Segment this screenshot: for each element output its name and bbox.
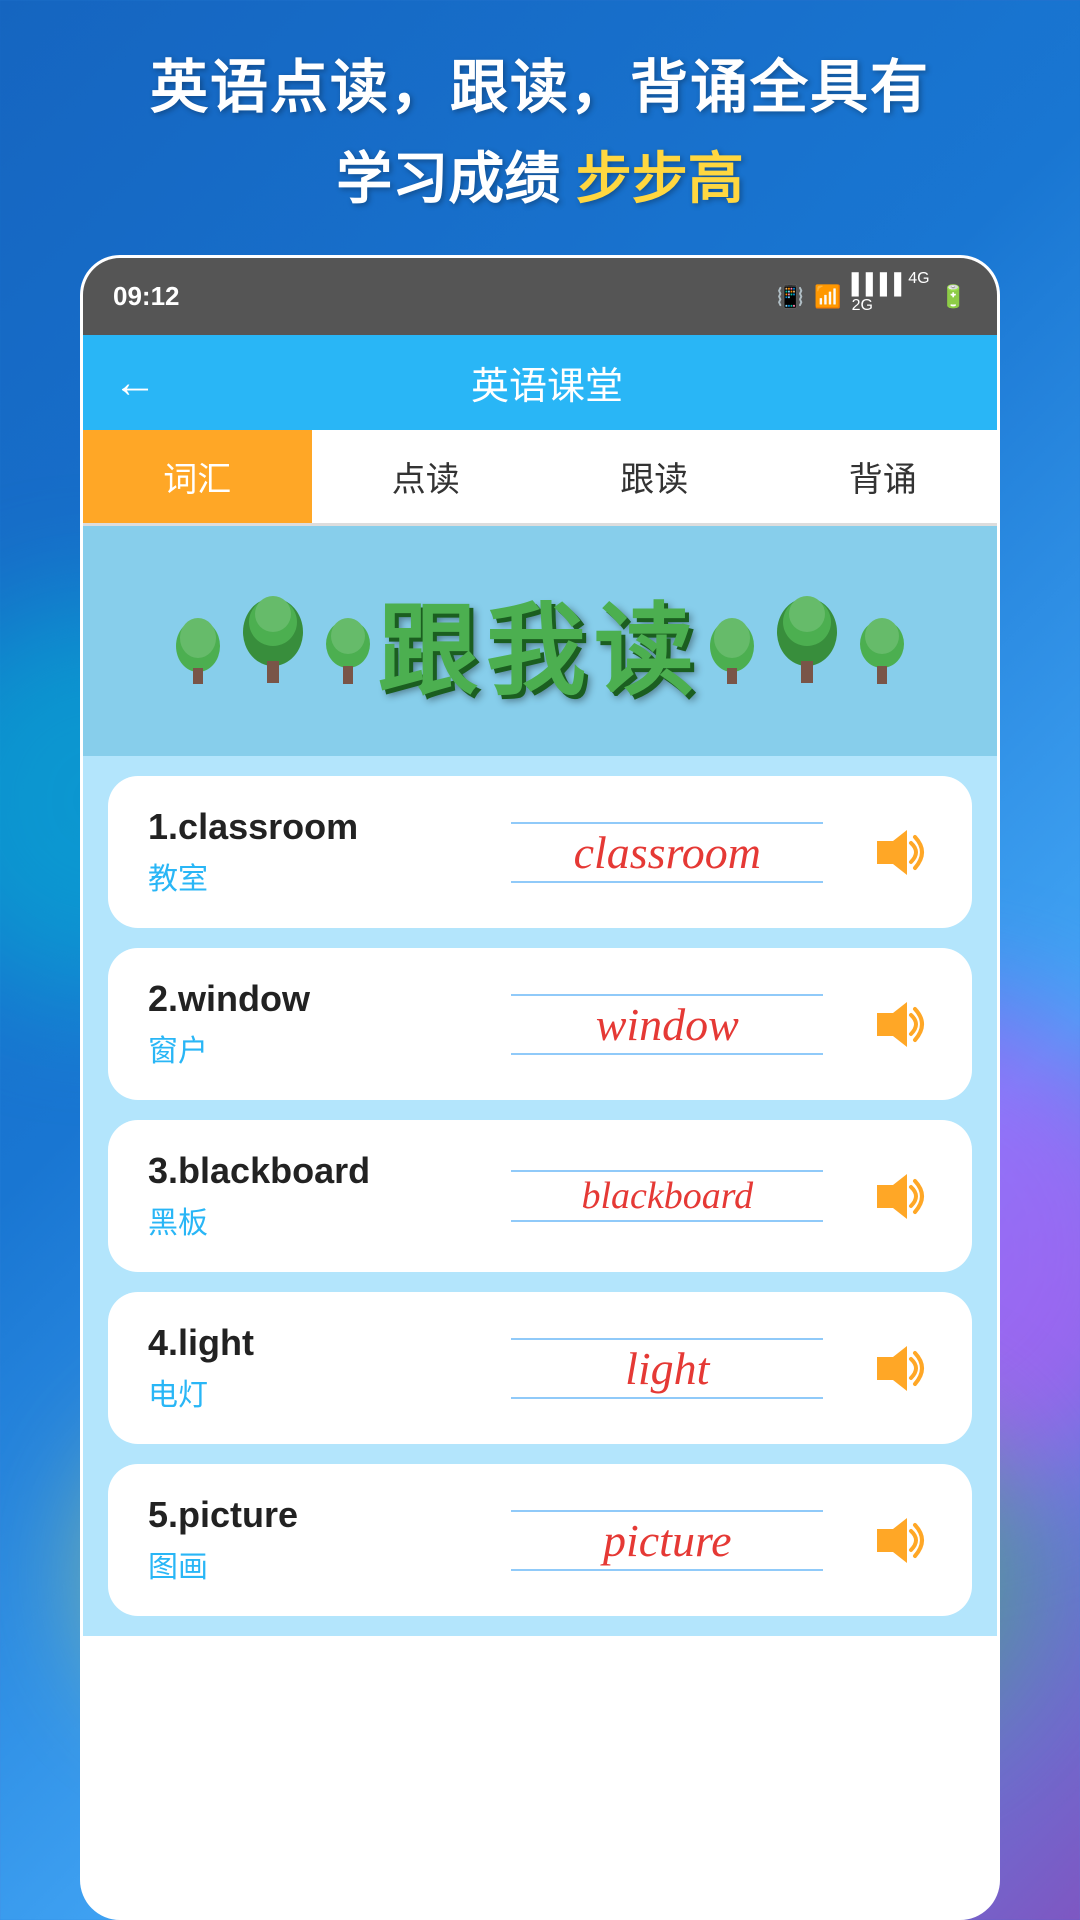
- speaker-icon-3: [867, 1169, 927, 1224]
- banner-text: 跟我读: [378, 569, 702, 714]
- right-trees: [702, 596, 912, 686]
- vocab-left-2: 2.window 窗户: [148, 978, 473, 1070]
- lined-word-4: light: [473, 1338, 862, 1399]
- lined-word-2: window: [473, 994, 862, 1055]
- vocab-left-4: 4.light 电灯: [148, 1322, 473, 1414]
- word-text-2: window: [596, 998, 739, 1051]
- word-text-5: picture: [603, 1514, 732, 1567]
- vocab-left-5: 5.picture 图画: [148, 1494, 473, 1586]
- left-trees: [168, 596, 378, 686]
- promo-line2: 学习成绩 步步高: [150, 134, 930, 215]
- speaker-button-1[interactable]: [862, 822, 932, 882]
- banner: 跟我读: [83, 526, 997, 756]
- promo-line2-highlight: 步步高: [576, 147, 744, 210]
- back-button[interactable]: ←: [113, 358, 157, 408]
- vocab-word-display-3: blackboard: [473, 1170, 862, 1222]
- vocab-english-4: 4.light: [148, 1322, 473, 1364]
- speaker-icon-1: [867, 825, 927, 880]
- vocab-word-display-4: light: [473, 1338, 862, 1399]
- vocab-item-4[interactable]: 4.light 电灯 light: [108, 1292, 972, 1444]
- tab-follow[interactable]: 跟读: [540, 430, 769, 523]
- tree-icon: [168, 616, 228, 686]
- word-text-1: classroom: [574, 826, 761, 879]
- tab-vocab[interactable]: 词汇: [83, 430, 312, 523]
- tree-icon: [702, 616, 762, 686]
- vocab-word-display-5: picture: [473, 1510, 862, 1571]
- vocab-item-3[interactable]: 3.blackboard 黑板 blackboard: [108, 1120, 972, 1272]
- vocab-chinese-2: 窗户: [148, 1026, 473, 1070]
- battery-icon: 🔋: [940, 284, 967, 310]
- vocab-chinese-4: 电灯: [148, 1370, 473, 1414]
- header-title: 英语课堂: [187, 355, 907, 410]
- status-bar: 09:12 📳 📶 ▌▌▌▌4G2G 🔋: [83, 258, 997, 335]
- vocab-word-display-2: window: [473, 994, 862, 1055]
- tree-icon: [233, 596, 313, 686]
- status-icons: 📳 📶 ▌▌▌▌4G2G 🔋: [777, 270, 967, 323]
- vocab-item-2[interactable]: 2.window 窗户 window: [108, 948, 972, 1100]
- speaker-icon-5: [867, 1513, 927, 1568]
- vocab-word-display-1: classroom: [473, 822, 862, 883]
- vocab-chinese-1: 教室: [148, 854, 473, 898]
- vocab-item-5[interactable]: 5.picture 图画 picture: [108, 1464, 972, 1616]
- tree-icon: [767, 596, 847, 686]
- vocab-english-2: 2.window: [148, 978, 473, 1020]
- vocab-chinese-5: 图画: [148, 1542, 473, 1586]
- promo-line2-prefix: 学习成绩: [336, 147, 560, 210]
- tree-icon: [852, 616, 912, 686]
- tab-read[interactable]: 点读: [312, 430, 541, 523]
- tree-icon: [318, 616, 378, 686]
- vocab-chinese-3: 黑板: [148, 1198, 473, 1242]
- speaker-button-2[interactable]: [862, 994, 932, 1054]
- vocab-left-3: 3.blackboard 黑板: [148, 1150, 473, 1242]
- lined-word-1: classroom: [473, 822, 862, 883]
- promo-line1: 英语点读，跟读，背诵全具有: [150, 40, 930, 124]
- speaker-button-3[interactable]: [862, 1166, 932, 1226]
- vocab-english-3: 3.blackboard: [148, 1150, 473, 1192]
- status-time: 09:12: [113, 281, 180, 312]
- vibrate-icon: 📳: [777, 284, 804, 310]
- phone-frame: 09:12 📳 📶 ▌▌▌▌4G2G 🔋 ← 英语课堂 词汇 点读 跟读 背诵: [80, 255, 1000, 1920]
- word-text-3: blackboard: [581, 1174, 753, 1218]
- app-header: ← 英语课堂: [83, 335, 997, 430]
- lined-word-5: picture: [473, 1510, 862, 1571]
- promo-text: 英语点读，跟读，背诵全具有 学习成绩 步步高: [150, 40, 930, 215]
- speaker-button-5[interactable]: [862, 1510, 932, 1570]
- signal-icon: ▌▌▌▌4G2G: [852, 270, 930, 323]
- lined-word-3: blackboard: [473, 1170, 862, 1222]
- wifi-icon: 📶: [814, 284, 841, 310]
- word-text-4: light: [625, 1342, 709, 1395]
- tab-bar: 词汇 点读 跟读 背诵: [83, 430, 997, 526]
- vocab-english-5: 5.picture: [148, 1494, 473, 1536]
- speaker-icon-4: [867, 1341, 927, 1396]
- vocab-left-1: 1.classroom 教室: [148, 806, 473, 898]
- vocab-list: 1.classroom 教室 classroom: [83, 756, 997, 1636]
- tab-recite[interactable]: 背诵: [769, 430, 998, 523]
- speaker-icon-2: [867, 997, 927, 1052]
- speaker-button-4[interactable]: [862, 1338, 932, 1398]
- vocab-item-1[interactable]: 1.classroom 教室 classroom: [108, 776, 972, 928]
- vocab-english-1: 1.classroom: [148, 806, 473, 848]
